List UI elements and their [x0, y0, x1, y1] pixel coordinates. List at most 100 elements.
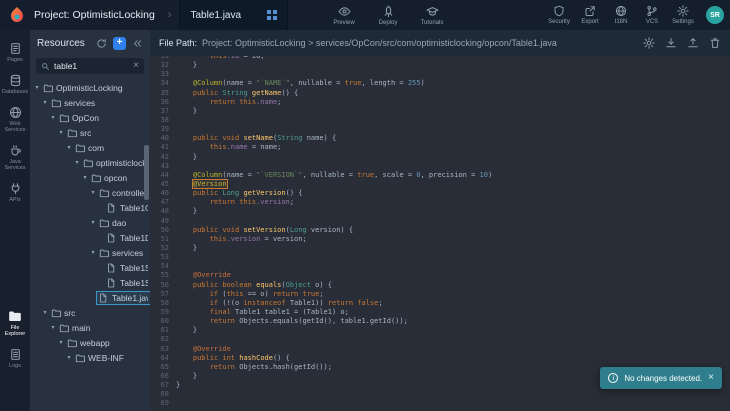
- file-settings-icon[interactable]: [643, 37, 655, 49]
- code-line-59[interactable]: 59 final Table1 table1 = (Table1) o;: [150, 308, 730, 317]
- security-button[interactable]: Security: [547, 5, 571, 25]
- rail-item-java-services[interactable]: Java Services: [0, 139, 30, 177]
- export-button[interactable]: Export: [578, 5, 602, 25]
- rail-item-file-explorer[interactable]: File Explorer: [0, 305, 30, 343]
- code-line-44[interactable]: 44 @Column(name = "`VERSION`", nullable …: [150, 171, 730, 180]
- code-line-48[interactable]: 48 }: [150, 207, 730, 216]
- tree-folder-controller[interactable]: ▾controller: [30, 185, 150, 200]
- code-line-39[interactable]: 39: [150, 125, 730, 134]
- code-line-47[interactable]: 47 return this.version;: [150, 198, 730, 207]
- code-line-34[interactable]: 34 @Column(name = "`NAME`", nullable = t…: [150, 79, 730, 88]
- chevron-down-icon[interactable]: ▾: [41, 309, 49, 316]
- code-line-64[interactable]: 64 public int hashCode() {: [150, 354, 730, 363]
- chevron-down-icon[interactable]: ▾: [73, 159, 81, 166]
- code-line-54[interactable]: 54: [150, 262, 730, 271]
- delete-icon[interactable]: [709, 37, 721, 49]
- tree-folder-opcon[interactable]: ▾opcon: [30, 170, 150, 185]
- tree-scrollbar-thumb[interactable]: [144, 145, 149, 200]
- code-line-68[interactable]: 68: [150, 390, 730, 399]
- tree-file-table1dao-java[interactable]: Table1Dao.java: [30, 230, 150, 245]
- chevron-down-icon[interactable]: ▾: [57, 129, 65, 136]
- code-line-51[interactable]: 51 this.version = version;: [150, 235, 730, 244]
- code-line-36[interactable]: 36 return this.name;: [150, 98, 730, 107]
- vcs-button[interactable]: VCS: [640, 5, 664, 25]
- code-line-56[interactable]: 56 public boolean equals(Object o) {: [150, 281, 730, 290]
- tree-file-table1serviceimpl-java[interactable]: Table1ServiceImpl.java: [30, 275, 150, 290]
- chevron-down-icon[interactable]: ▾: [33, 84, 41, 91]
- settings-button[interactable]: Settings: [671, 5, 695, 25]
- tree-folder-dao[interactable]: ▾dao: [30, 215, 150, 230]
- user-avatar[interactable]: SR: [706, 6, 724, 24]
- rail-item-web-services[interactable]: Web Services: [0, 101, 30, 139]
- tree-folder-webapp[interactable]: ▾webapp: [30, 335, 150, 350]
- code-line-49[interactable]: 49: [150, 217, 730, 226]
- rail-item-logs[interactable]: Logs: [0, 343, 30, 375]
- tutorials-button[interactable]: Tutorials: [420, 5, 444, 26]
- chevron-down-icon[interactable]: ▾: [89, 189, 97, 196]
- tree-file-table1service-java[interactable]: Table1Service.java: [30, 260, 150, 275]
- project-title: Project: OptimisticLocking: [34, 9, 155, 21]
- code-line-32[interactable]: 32 }: [150, 61, 730, 70]
- download-icon[interactable]: [665, 37, 677, 49]
- chevron-down-icon[interactable]: ▾: [49, 114, 57, 121]
- code-line-35[interactable]: 35 public String getName() {: [150, 89, 730, 98]
- deploy-button[interactable]: Deploy: [376, 5, 400, 26]
- code-line-52[interactable]: 52 }: [150, 244, 730, 253]
- chevron-down-icon[interactable]: ▾: [89, 249, 97, 256]
- rail-item-databases[interactable]: Databases: [0, 69, 30, 101]
- chevron-down-icon[interactable]: ▾: [57, 339, 65, 346]
- tree-folder-optimisticlocking[interactable]: ▾optimisticlocking: [30, 155, 150, 170]
- code-line-41[interactable]: 41 this.name = name;: [150, 143, 730, 152]
- code-line-43[interactable]: 43: [150, 162, 730, 171]
- code-line-38[interactable]: 38: [150, 116, 730, 125]
- add-resource-button[interactable]: +: [113, 37, 126, 50]
- tree-file-table1-java[interactable]: Table1.java: [30, 290, 150, 305]
- rail-item-apis[interactable]: APIs: [0, 177, 30, 209]
- code-line-45[interactable]: 45 @Version: [150, 180, 730, 189]
- resource-search-input[interactable]: [54, 61, 129, 71]
- clear-search-icon[interactable]: ×: [133, 61, 139, 71]
- chevron-down-icon[interactable]: ▾: [81, 174, 89, 181]
- code-line-50[interactable]: 50 public void setVersion(Long version) …: [150, 226, 730, 235]
- tree-folder-main[interactable]: ▾main: [30, 320, 150, 335]
- code-line-53[interactable]: 53: [150, 253, 730, 262]
- code-line-33[interactable]: 33: [150, 70, 730, 79]
- tree-folder-src[interactable]: ▾src: [30, 305, 150, 320]
- code-line-62[interactable]: 62: [150, 335, 730, 344]
- code-line-40[interactable]: 40 public void setName(String name) {: [150, 134, 730, 143]
- code-editor[interactable]: 31 this.id = id;32 }3334 @Column(name = …: [150, 56, 730, 411]
- grid-icon[interactable]: [267, 10, 277, 20]
- chevron-down-icon[interactable]: ▾: [65, 144, 73, 151]
- code-line-55[interactable]: 55 @Override: [150, 271, 730, 280]
- app-logo-icon[interactable]: [8, 6, 26, 24]
- code-line-37[interactable]: 37 }: [150, 107, 730, 116]
- code-line-63[interactable]: 63 @Override: [150, 345, 730, 354]
- code-line-57[interactable]: 57 if (this == o) return true;: [150, 290, 730, 299]
- code-line-58[interactable]: 58 if (!(o instanceof Table1)) return fa…: [150, 299, 730, 308]
- i18n-button[interactable]: I18N: [609, 5, 633, 25]
- collapse-panel-icon[interactable]: [131, 37, 144, 50]
- tree-folder-opcon[interactable]: ▾OpCon: [30, 110, 150, 125]
- tab-table1-java[interactable]: Table1.java: [179, 0, 288, 30]
- tree-folder-services[interactable]: ▾services: [30, 245, 150, 260]
- code-line-46[interactable]: 46 public Long getVersion() {: [150, 189, 730, 198]
- tree-folder-web-inf[interactable]: ▾WEB-INF: [30, 350, 150, 365]
- refresh-icon[interactable]: [95, 37, 108, 50]
- chevron-down-icon[interactable]: ▾: [65, 354, 73, 361]
- save-icon[interactable]: [687, 37, 699, 49]
- tree-folder-com[interactable]: ▾com: [30, 140, 150, 155]
- code-line-60[interactable]: 60 return Objects.equals(getId(), table1…: [150, 317, 730, 326]
- preview-button[interactable]: Preview: [332, 5, 356, 26]
- tree-folder-services[interactable]: ▾services: [30, 95, 150, 110]
- code-line-42[interactable]: 42 }: [150, 153, 730, 162]
- tree-folder-optimisticlocking[interactable]: ▾OptimisticLocking: [30, 80, 150, 95]
- chevron-down-icon[interactable]: ▾: [41, 99, 49, 106]
- code-line-61[interactable]: 61 }: [150, 326, 730, 335]
- chevron-down-icon[interactable]: ▾: [49, 324, 57, 331]
- tree-folder-src[interactable]: ▾src: [30, 125, 150, 140]
- toast-close-button[interactable]: ×: [708, 373, 714, 383]
- tree-file-table1controller-java[interactable]: Table1Controller.java: [30, 200, 150, 215]
- code-line-69[interactable]: 69: [150, 399, 730, 408]
- rail-item-pages[interactable]: Pages: [0, 37, 30, 69]
- chevron-down-icon[interactable]: ▾: [89, 219, 97, 226]
